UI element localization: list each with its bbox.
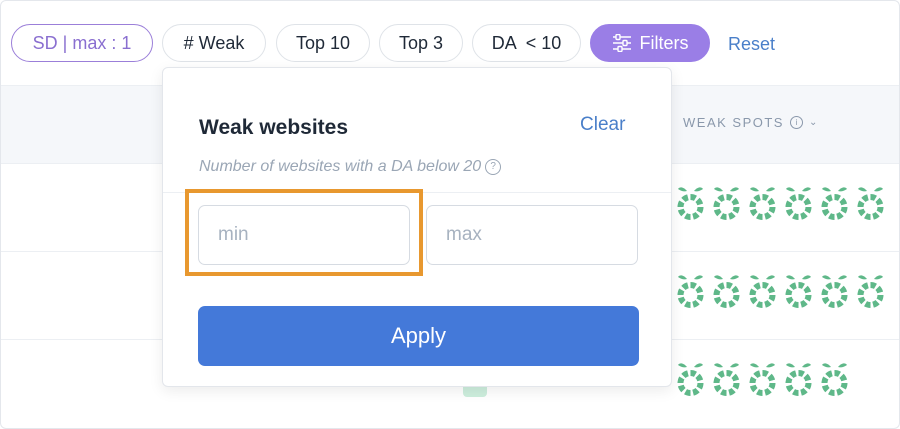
filters-button[interactable]: Filters [590, 24, 710, 62]
help-icon[interactable]: ? [485, 159, 502, 175]
chip-label: Top 3 [398, 32, 444, 53]
weak-spot-icon [711, 271, 742, 314]
weak-spot-icon [855, 271, 886, 314]
clear-link[interactable]: Clear [580, 114, 625, 136]
weak-spot-icon [675, 271, 706, 314]
filters-label: Filters [639, 32, 689, 53]
chip-label: Top 10 [295, 32, 351, 53]
weak-spot-icon [711, 359, 742, 402]
chip-top-10[interactable]: Top 10 [276, 24, 370, 62]
chip-sd-max[interactable]: SD | max : 1 [11, 24, 153, 62]
min-input[interactable] [198, 205, 410, 265]
weak-spot-icon [783, 359, 814, 402]
chip-label: # Weak [183, 32, 245, 53]
sliders-icon [612, 34, 631, 52]
reset-link[interactable]: Reset [728, 34, 775, 55]
weak-spots-row [675, 183, 886, 226]
info-icon[interactable]: i [789, 116, 803, 129]
popup-subtitle-text: Number of websites with a DA below 20 [199, 158, 482, 175]
chip-label: DA < 10 [491, 32, 562, 53]
weak-spot-icon [747, 359, 778, 402]
apply-button[interactable]: Apply [198, 306, 639, 366]
weak-spot-icon [675, 183, 706, 226]
weak-spot-icon [855, 183, 886, 226]
weak-spot-icon [747, 271, 778, 314]
popup-title: Weak websites [199, 116, 349, 139]
weak-spot-icon [783, 183, 814, 226]
chevron-down-icon[interactable]: ⌄ [809, 117, 819, 128]
max-input[interactable] [426, 205, 638, 265]
chip-weak[interactable]: # Weak [162, 24, 266, 62]
weak-spots-column-header[interactable]: WEAK SPOTS i ⌄ [683, 115, 819, 130]
weak-spot-icon [819, 183, 850, 226]
weak-spot-icon [747, 183, 778, 226]
main-frame: SD | max : 1 # Weak Top 10 Top 3 DA < 10… [0, 0, 900, 429]
chip-top-3[interactable]: Top 3 [379, 24, 463, 62]
popup-subtitle: Number of websites with a DA below 20 ? [199, 158, 502, 176]
weak-spot-icon [711, 183, 742, 226]
weak-spots-row [675, 271, 886, 314]
weak-spot-icon [819, 359, 850, 402]
weak-websites-popup: Weak websites Clear Number of websites w… [162, 67, 672, 387]
weak-spot-icon [675, 359, 706, 402]
chip-label: SD | max : 1 [32, 32, 132, 53]
weak-spot-icon [783, 271, 814, 314]
weak-spots-row [675, 359, 850, 402]
weak-spot-icon [819, 271, 850, 314]
weak-spots-header-label: WEAK SPOTS [683, 115, 784, 130]
chip-da-below-10[interactable]: DA < 10 [472, 24, 581, 62]
